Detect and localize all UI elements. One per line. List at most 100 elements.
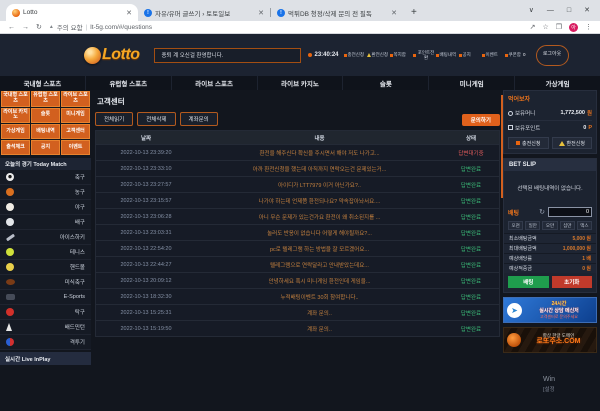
quick-bet-history[interactable]: 배팅내역 [31,124,60,139]
quick-bet-max[interactable]: 맥스 [577,221,592,230]
sidebar-item-handball[interactable]: 핸드볼 [0,260,91,275]
bet-amount-input[interactable] [548,207,592,217]
table-row[interactable]: 2022-10-13 22:44:27 텔레그램으로 연락달라고 안내받았는데요… [96,256,499,272]
telegram-banner[interactable]: ➤ 24시간 실시간 상담 메신저 고객센터로 문의주세요 [503,297,597,323]
table-row[interactable]: 2022-10-13 23:06:28 아니 무슨 문제가 있는건가요 환전이 … [96,208,499,224]
tab-title: Lotto [23,9,123,16]
table-row[interactable]: 2022-10-13 23:15:57 나가야 하는데 언제쯤 환전되나요? 약… [96,192,499,208]
logout-button[interactable]: 로그아웃 [536,45,569,66]
quick-notice[interactable]: 공지 [31,140,60,155]
quick-virtual-game[interactable]: 가상게임 [1,124,30,139]
tab-close-icon[interactable]: ✕ [258,9,264,17]
table-row[interactable]: 2022-10-13 15:25:31 계좌 문의.. 답변완료 [96,304,499,320]
quick-customer-center[interactable]: 고객센터 [61,124,90,139]
menu-bet-history[interactable]: 배팅내역 [436,50,459,60]
side-panel-icon[interactable]: ❐ [556,23,562,31]
table-row[interactable]: 2022-10-13 15:19:50 계좌 문의.. 답변완료 [96,320,499,336]
withdraw-button[interactable]: 환전신청 [552,137,593,149]
menu-point-convert[interactable]: 포인트전환 [413,50,436,60]
table-row[interactable]: 2022-10-13 22:54:20 pc로 텔레그램 하는 방법을 잘 모르… [96,240,499,256]
quick-event[interactable]: 이벤트 [61,140,90,155]
quick-live-casino[interactable]: 라이브 카지노 [1,108,30,124]
sidebar-item-american-football[interactable]: 미식축구 [0,275,91,290]
sidebar-item-volleyball[interactable]: 배구 [0,215,91,230]
tab-lotto[interactable]: Lotto ✕ [6,4,138,21]
menu-coupon-box[interactable]: 쿠폰함 0 [505,50,528,60]
quick-attendance[interactable]: 출석체크 [1,140,30,155]
menu-deposit[interactable]: 충전신청 [344,50,367,60]
nav-european-sports[interactable]: 유럽형 스포츠 [86,76,172,90]
nav-virtual-game[interactable]: 가상게임 [515,76,600,90]
account-inquiry-button[interactable]: 계좌문의 [180,112,218,126]
window-minimize-button[interactable]: — [547,7,554,14]
wallet-panel: 먹어보자 보유머니 1,772,500 원 보유포인트 0 P 충전신청 환전신… [503,90,597,154]
sidebar-item-table-tennis[interactable]: 탁구 [0,305,91,320]
table-row[interactable]: 2022-10-13 23:27:57 아이디가 LTT7979 이거 아닌가요… [96,176,499,192]
sidebar-item-fighting[interactable]: 격투기 [0,335,91,350]
url-field[interactable]: ▲ 주의 요함 | lt-5g.com/#/questions [49,22,152,32]
tab-search-chevron-icon[interactable]: ∨ [529,7,534,14]
tab-close-icon[interactable]: ✕ [391,9,397,17]
row-content: 아니 무슨 문제가 있는건가요 환전이 왜 취소된지를 ... [196,213,443,221]
sidebar-item-esports[interactable]: E-Sports [0,290,91,305]
new-inquiry-button[interactable]: 문의하기 [462,114,500,126]
table-row[interactable]: 2022-10-13 23:33:10 아까 환전신청을 했는데 아직까지 연락… [96,160,499,176]
browser-menu-icon[interactable]: ⋮ [585,23,592,31]
live-inplay-header[interactable]: 실시간 Live InPlay [0,352,91,365]
status-badge: 답변완료 [443,229,499,237]
row-content: 안녕하세요 혹시 미니게임 환전인데 게임을... [196,277,443,285]
quick-domestic-sports[interactable]: 국내형 스포츠 [1,91,30,107]
nav-domestic-sports[interactable]: 국내형 스포츠 [0,76,86,90]
nav-live-sports[interactable]: 라이브 스포츠 [172,76,258,90]
menu-event[interactable]: 이벤트 [482,50,505,60]
sidebar-item-basketball[interactable]: 농구 [0,185,91,200]
delete-all-button[interactable]: 전체삭제 [137,112,175,126]
bet-reset-button[interactable]: 초기화 [552,276,593,288]
row-date: 2022-10-13 23:33:10 [96,166,196,172]
tab-close-icon[interactable]: ✕ [126,9,132,17]
sidebar-item-badminton[interactable]: 배드민턴 [0,320,91,335]
table-row[interactable]: 2022-10-13 23:03:31 눌러도 반응이 없습니다 어떻게 해야될… [96,224,499,240]
quick-bet-5000[interactable]: 오천 [508,221,523,230]
handball-icon [6,263,14,271]
quick-bet-10000[interactable]: 일만 [525,221,540,230]
quick-european-sports[interactable]: 유럽형 스포츠 [31,91,60,107]
domain-banner[interactable]: 항상 한글 도메인 로또주소.COM [503,327,597,353]
tab-forum-write[interactable]: ! 자유/유머 글쓰기 › 토토일보 ✕ [138,4,270,21]
table-row[interactable]: 2022-10-13 18:32:30 누적배팅이벤트 30회 참여합니다.. … [96,288,499,304]
nav-slots[interactable]: 슬롯 [343,76,429,90]
nav-live-casino[interactable]: 라이브 카지노 [258,76,344,90]
window-maximize-button[interactable]: □ [567,7,571,14]
gamepad-icon [6,294,15,300]
nav-minigame[interactable]: 미니게임 [429,76,515,90]
site-logo[interactable]: Lotto [84,46,139,64]
quick-bet-100000[interactable]: 십만 [560,221,575,230]
read-all-button[interactable]: 전체읽기 [95,112,133,126]
forward-icon[interactable]: → [22,24,29,31]
bookmark-star-icon[interactable]: ☆ [542,23,548,31]
refresh-icon[interactable]: ↻ [539,208,545,216]
quick-bet-50000[interactable]: 오만 [542,221,557,230]
back-icon[interactable]: ← [8,24,15,31]
quick-slots[interactable]: 슬롯 [31,108,60,124]
menu-notice[interactable]: 공지 [459,50,482,60]
reload-icon[interactable]: ↻ [36,23,42,31]
window-close-button[interactable]: ✕ [584,7,590,14]
quick-live-sports[interactable]: 라이브 스포츠 [61,91,90,107]
menu-messages[interactable]: 쪽지함 [390,50,413,60]
new-tab-button[interactable]: + [411,7,417,18]
sidebar-item-baseball[interactable]: 야구 [0,200,91,215]
table-row[interactable]: 2022-10-13 23:39:20 환전을 해주신다 확신을 주시면서 해야… [96,144,499,160]
share-icon[interactable]: ↗ [530,23,536,31]
deposit-button[interactable]: 충전신청 [508,137,549,149]
sidebar-item-ice-hockey[interactable]: 아이스하키 [0,230,91,245]
menu-withdraw[interactable]: 환전신청 [367,50,390,60]
row-date: 2022-10-13 23:15:57 [96,198,196,204]
profile-avatar[interactable]: 아 [569,23,578,32]
bet-submit-button[interactable]: 배팅 [508,276,549,288]
sidebar-item-tennis[interactable]: 테니스 [0,245,91,260]
sidebar-item-soccer[interactable]: 축구 [0,170,91,185]
tab-muktwi-db[interactable]: ! 먹튀DB 청정/삭제 문의 전 필독 ✕ [271,4,403,21]
quick-minigame[interactable]: 미니게임 [61,108,90,124]
table-row[interactable]: 2022-10-13 20:09:12 안녕하세요 혹시 미니게임 환전인데 게… [96,272,499,288]
